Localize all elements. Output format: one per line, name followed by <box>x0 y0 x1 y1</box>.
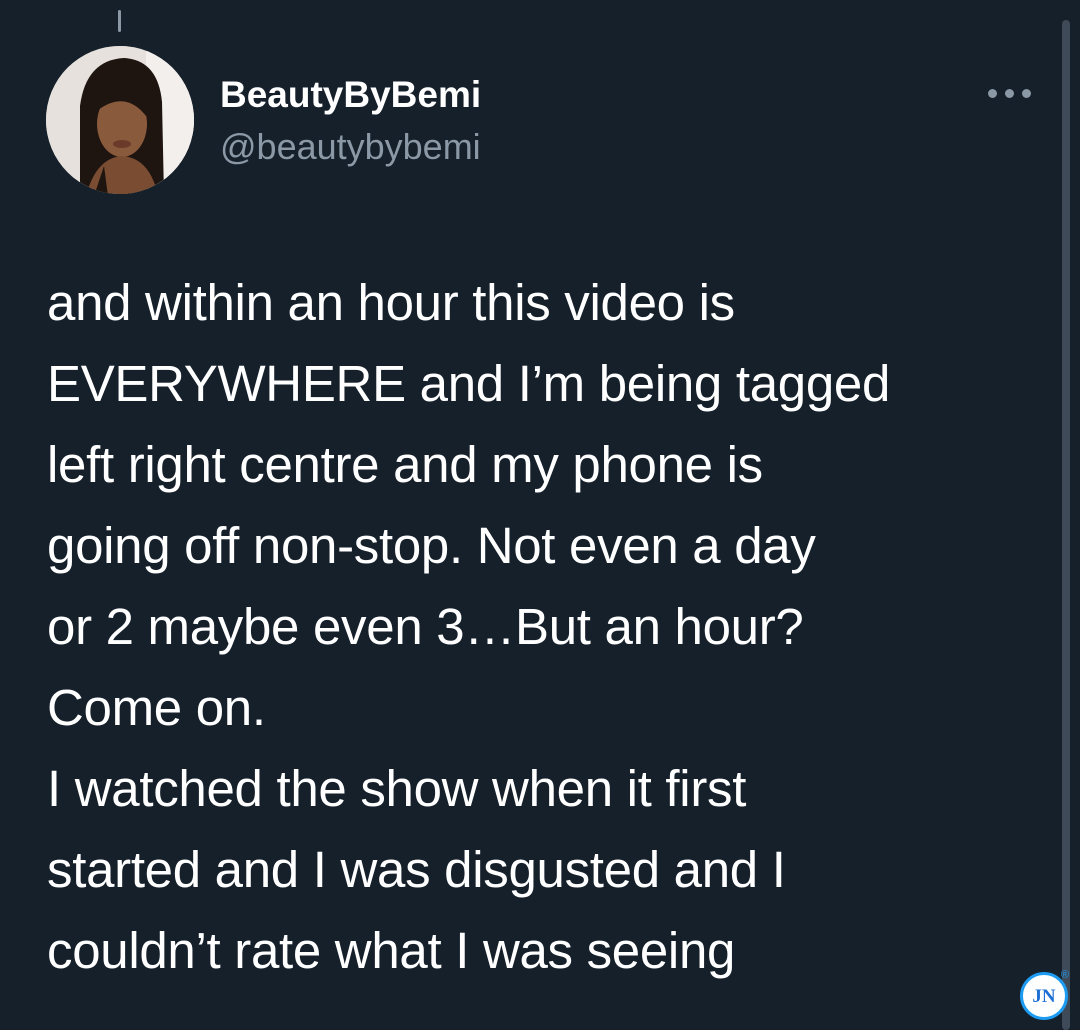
tweet-text-line: started and I was disgusted and I <box>47 841 786 898</box>
more-horizontal-icon-dot <box>1005 89 1014 98</box>
more-options-button[interactable] <box>980 78 1040 108</box>
tweet-text-line: couldn’t rate what I was seeing <box>47 922 736 979</box>
thread-connector-line <box>118 10 121 32</box>
tweet-text-line: left right centre and my phone is <box>47 436 763 493</box>
avatar-image <box>46 46 194 194</box>
tweet-text-line: and within an hour this video is <box>47 274 735 331</box>
tweet-text: and within an hour this video is EVERYWH… <box>47 262 1037 991</box>
more-horizontal-icon <box>988 89 997 98</box>
more-horizontal-icon-dot <box>1022 89 1031 98</box>
watermark-logo: JN ® <box>1020 969 1069 1020</box>
tweet-text-line: EVERYWHERE and I’m being tagged <box>47 355 891 412</box>
registered-mark: ® <box>1060 969 1069 981</box>
avatar[interactable] <box>46 46 194 194</box>
user-handle[interactable]: @beautybybemi <box>220 126 481 168</box>
watermark-text: JN <box>1032 986 1056 1007</box>
tweet-text-line: going off non-stop. Not even a day <box>47 517 816 574</box>
tweet-text-line: I watched the show when it first <box>47 760 747 817</box>
tweet-text-line: or 2 maybe even 3…But an hour? <box>47 598 804 655</box>
scrollbar[interactable] <box>1062 20 1070 1030</box>
tweet-text-line: Come on. <box>47 679 266 736</box>
display-name[interactable]: BeautyByBemi <box>220 74 481 116</box>
